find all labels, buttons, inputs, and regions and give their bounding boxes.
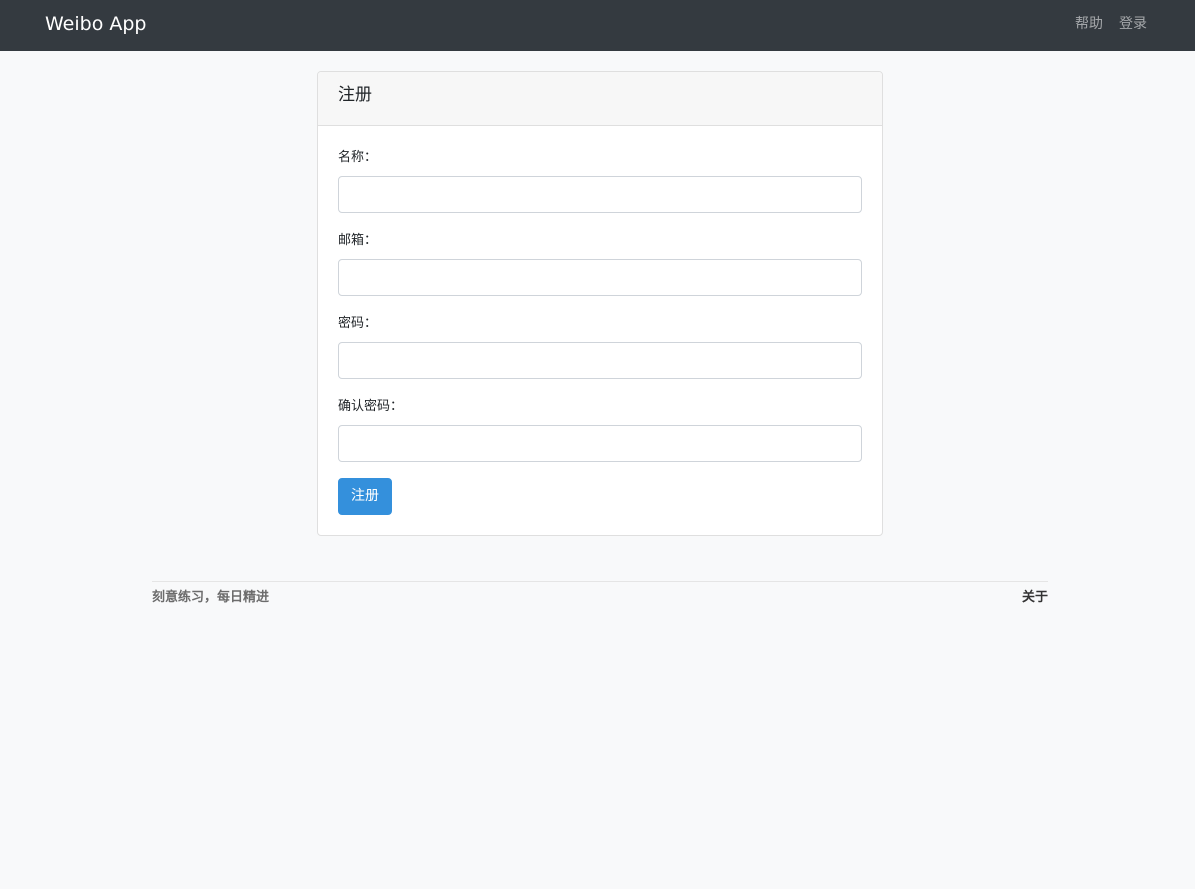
top-navbar: Weibo App 帮助 登录 [0,0,1195,51]
password-label: 密码： [338,316,378,331]
signup-card-header: 注册 [318,72,882,126]
signup-card: 注册 名称： 邮箱： 密码： 确认密码： 注册 [317,71,883,536]
nav-help-link[interactable]: 帮助 [1075,15,1103,33]
signup-title: 注册 [338,85,372,105]
footer-about-link[interactable]: 关于 [1022,589,1048,607]
name-label: 名称： [338,150,378,165]
page-footer: 刻意练习，每日精进 关于 [152,581,1048,611]
email-label: 邮箱： [338,233,378,248]
confirm-password-input[interactable] [338,425,862,462]
nav-login-link[interactable]: 登录 [1119,15,1147,33]
footer-slogan: 刻意练习，每日精进 [152,590,270,605]
signup-submit-button[interactable]: 注册 [338,478,392,515]
brand-logo-link[interactable]: Weibo App [45,12,147,36]
name-input[interactable] [338,176,862,213]
email-input[interactable] [338,259,862,296]
password-input[interactable] [338,342,862,379]
confirm-password-label: 确认密码： [338,399,404,414]
